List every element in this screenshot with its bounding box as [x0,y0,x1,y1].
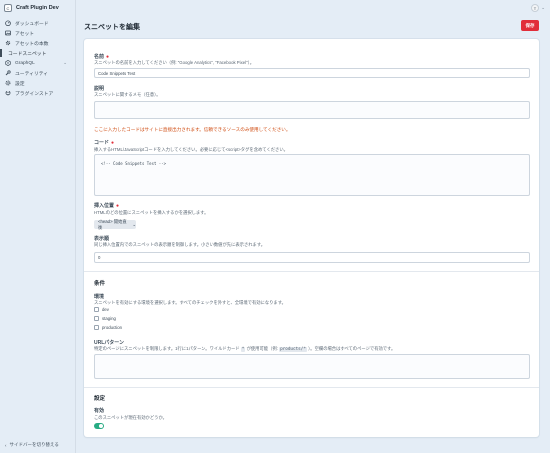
checkbox[interactable] [94,325,99,330]
sidebar-item-label: ユーティリティ [15,71,49,77]
sidebar-nav: ダッシュボード アセット アセットの本数 コードスニペット GraphQL ⌄ [0,18,75,98]
environment-label: 環境 [94,294,105,300]
chevron-down-icon[interactable]: ⌄ [541,5,545,11]
description-field-help: スニペットに関するメモ（任意）。 [94,92,161,97]
site-badge: C [4,4,12,12]
sidebar-item-plugin-store[interactable]: プラグインストア [0,88,75,98]
description-field-label: 説明 [94,86,105,92]
avatar[interactable]: T [531,4,539,12]
sidebar-item-label: コードスニペット [8,51,47,57]
sidebar-item-label: 設定 [15,81,25,87]
sidebar-item-label: アセットの本数 [15,41,49,47]
name-field[interactable]: Code Snippets Test [94,68,530,78]
page-title: スニペットを編集 [84,24,140,31]
environment-option-dev[interactable]: dev [94,307,109,312]
sidebar-item-label: アセット [15,31,35,37]
order-field-label: 表示順 [94,236,110,242]
sidebar-item-dashboard[interactable]: ダッシュボード [0,18,75,28]
sidebar-item-asset-count[interactable]: アセットの本数 [0,38,75,48]
dashboard-icon [5,20,11,26]
position-select[interactable]: <head> 開始直後 ⌄ [94,218,136,230]
position-selected: <head> 開始直後 [98,218,127,230]
code-editor[interactable]: <!-- Code Snippets Test --> [94,154,530,196]
code-field-label: コード ● [94,140,115,146]
plug-icon [5,90,11,96]
sidebar-item-label: ダッシュボード [15,21,49,27]
assets-icon [5,30,11,36]
position-field-help: HTMLのどの位置にスニペットを挿入するかを選択します。 [94,210,209,215]
code-warning: ここに入力したコードはサイトに直接出力されます。信頼できるソースのみ使用してくだ… [94,127,291,132]
enabled-toggle[interactable] [94,423,104,429]
conditions-heading: 条件 [94,281,106,287]
settings-icon [5,80,11,86]
wrench-icon [5,70,11,76]
sidebar-item-code-snippets[interactable]: コードスニペット [0,48,75,58]
code-field-help: 挿入するHTML/JavaScriptコードを入力してください。必要に応じて<s… [94,147,288,152]
sidebar-item-utilities[interactable]: ユーティリティ [0,68,75,78]
save-button[interactable]: 保存 [521,20,539,31]
sidebar: C Craft Plugin Dev ダッシュボード アセット アセットの本数 … [0,0,76,453]
environment-option-staging[interactable]: staging [94,316,116,321]
top-bar: T ⌄ [76,0,550,16]
page-header: スニペットを編集 保存 [76,16,550,38]
site-name: Craft Plugin Dev [16,5,59,11]
environment-option-label: staging [102,316,116,321]
environment-option-label: production [102,325,123,330]
environment-help: スニペットを有効にする環境を選択します。すべてのチェックを外すと、全環境で有効に… [94,300,286,305]
name-field-help: スニペットの名前を入力してください（例: "Google Analytics",… [94,60,255,65]
url-pattern-field[interactable] [94,354,530,379]
edit-snippet-form: 名前 ● スニペットの名前を入力してください（例: "Google Analyti… [84,39,539,437]
environment-option-production[interactable]: production [94,325,122,330]
chevron-down-icon[interactable]: ⌄ [63,60,67,66]
sidebar-item-settings[interactable]: 設定 [0,78,75,88]
url-pattern-help: 特定のページにスニペットを制限します。1行に1パターン。ワイルドカード * が使… [94,346,396,352]
checkbox[interactable] [94,307,99,312]
name-field-label: 名前 ● [94,54,110,60]
order-field[interactable]: 0 [94,252,530,263]
checkbox[interactable] [94,316,99,321]
environment-option-label: dev [102,307,109,312]
url-pattern-label: URLパターン [94,340,125,346]
section-divider [84,387,539,388]
settings-heading: 設定 [94,396,106,402]
order-field-help: 同じ挿入位置内でのスニペットの表示順を制御します。小さい数値が先に表示されます。 [94,242,266,247]
sidebar-item-assets[interactable]: アセット [0,28,75,38]
toggle-sidebar-label: サイドバーを切り替える [9,442,59,447]
chevron-left-icon: ‹ [5,442,7,448]
description-field[interactable] [94,101,530,119]
toggle-knob [99,424,103,428]
gear-icon [5,40,11,46]
sidebar-item-label: プラグインストア [15,91,54,97]
sidebar-item-graphql[interactable]: GraphQL ⌄ [0,58,75,68]
chevron-down-icon: ⌄ [132,221,136,227]
section-divider [84,271,539,272]
position-field-label: 挿入位置 ● [94,203,120,209]
toggle-sidebar-button[interactable]: ‹ サイドバーを切り替える [5,442,59,448]
sidebar-item-label: GraphQL [15,60,35,66]
site-brand[interactable]: C Craft Plugin Dev [0,0,75,16]
enabled-label: 有効 [94,408,105,414]
enabled-help: このスニペットが現在有効かどうか。 [94,415,167,420]
graphql-icon [5,60,11,66]
